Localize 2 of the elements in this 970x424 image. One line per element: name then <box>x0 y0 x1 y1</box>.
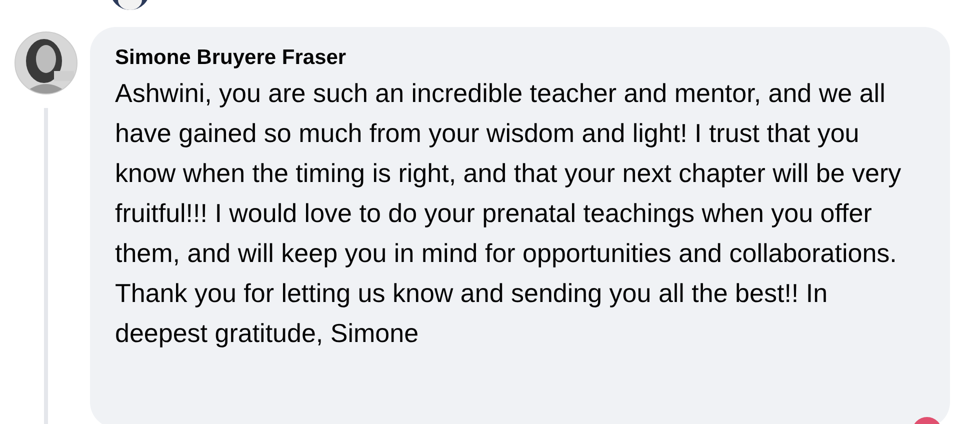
comment-text: Ashwini, you are such an incredible teacher and mentor, and we all have gained so much from your wisdom and light! I trust that you know when the timing is right, and that your next chapter will be very fruitful!!! I would love to do your prenatal teachings when you offer them, and will keep you in mind for opportunities and collaborations. Thank you for letting us know and sending you all the best!! In deepest gratitude, Simone <box>115 77 902 350</box>
author-name[interactable]: Simone Bruyere Fraser <box>115 43 926 73</box>
